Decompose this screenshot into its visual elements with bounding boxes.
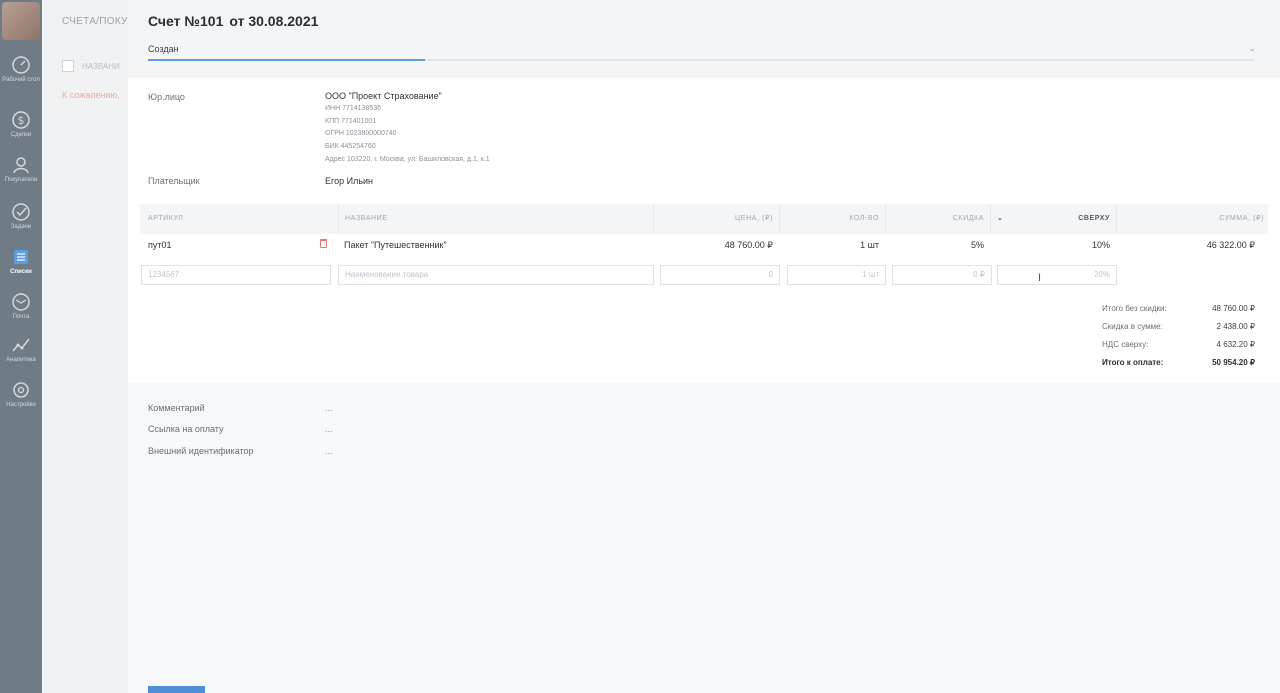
invoice-modal: Счет №101 от 30.08.2021 Создан ⌄ Юр.лицо … <box>128 0 1280 693</box>
legal-entity-inn: ИНН 7714138536 <box>325 105 382 112</box>
trash-icon[interactable] <box>320 239 327 248</box>
payer-value[interactable]: Егор Ильин <box>325 176 373 186</box>
new-markup-input[interactable]: 20% <box>997 265 1117 285</box>
comment-field[interactable]: ... <box>325 403 333 413</box>
th-name: НАЗВАНИЕ <box>338 204 388 234</box>
mail-icon <box>12 293 30 311</box>
dollar-icon: $ <box>12 111 30 129</box>
speedometer-icon <box>12 56 30 74</box>
status-select[interactable]: Создан <box>148 44 179 54</box>
nav-label: Покупатели <box>4 177 38 183</box>
discount-total-label: Скидка в сумме: <box>1102 322 1163 331</box>
nav-label: Почта <box>12 314 30 320</box>
th-sum: СУММА, (₽) <box>1116 204 1268 234</box>
empty-state-text: К сожалению, <box>62 90 120 100</box>
gear-icon <box>13 382 29 398</box>
th-price: ЦЕНА, (₽) <box>653 204 779 234</box>
external-id-label: Внешний идентификатор <box>148 446 254 456</box>
legal-entity-name[interactable]: ООО "Проект Страхование" <box>325 91 442 101</box>
nav-item-lists[interactable]: Списки <box>0 247 42 276</box>
breadcrumb[interactable]: СЧЕТА/ПОКУ <box>62 16 128 27</box>
row-sum: 46 322.00 ₽ <box>1206 240 1255 250</box>
new-name-input[interactable]: Наименование товара <box>338 265 654 285</box>
subtotal-value: 48 760.00 ₽ <box>1212 304 1255 313</box>
new-discount-input[interactable]: 0 ₽ <box>892 265 992 285</box>
th-markup: СВЕРХУ <box>1078 215 1110 222</box>
legal-entity-bik: БИК 445254760 <box>325 143 376 150</box>
items-table-header: АРТИКУЛ НАЗВАНИЕ ЦЕНА, (₽) КОЛ-ВО СКИДКА… <box>140 204 1268 234</box>
text-cursor-icon: I <box>1038 272 1042 284</box>
nav-label: Настройки <box>6 402 36 408</box>
nav-label: Рабочий стол <box>2 77 40 83</box>
th-article: АРТИКУЛ <box>148 215 184 222</box>
invoice-form: Юр.лицо ООО "Проект Страхование" ИНН 771… <box>128 78 1280 383</box>
payment-link-label: Ссылка на оплату <box>148 424 224 434</box>
new-price-input[interactable]: 0 <box>660 265 780 285</box>
external-id-field[interactable]: ... <box>325 446 333 456</box>
row-article[interactable]: пут01 <box>148 240 172 250</box>
save-button[interactable] <box>148 686 205 693</box>
row-name[interactable]: Пакет "Путешественник" <box>344 240 447 250</box>
legal-entity-address: Адрес 103220, г. Москва, ул. Башиловская… <box>325 156 490 163</box>
th-qty: КОЛ-ВО <box>779 204 885 234</box>
legal-entity-ogrn: ОГРН 1023800000740 <box>325 130 397 137</box>
nav-item-tasks[interactable]: Задачи <box>0 202 42 231</box>
nav-item-deals[interactable]: $ Сделки <box>0 110 42 139</box>
legal-entity-label: Юр.лицо <box>148 92 185 102</box>
checkmark-icon <box>12 203 30 221</box>
nav-item-settings[interactable]: Настройки <box>0 380 42 409</box>
nav-label: Сделки <box>10 132 32 138</box>
nav-item-mail[interactable]: Почта <box>0 292 42 321</box>
row-discount[interactable]: 5% <box>885 240 984 250</box>
nav-label: Задачи <box>10 224 32 230</box>
person-icon <box>13 157 29 174</box>
list-icon <box>14 250 28 264</box>
subtotal-label: Итого без скидки: <box>1102 304 1167 313</box>
nav-item-customers[interactable]: Покупатели <box>0 155 42 184</box>
total-label: Итого к оплате: <box>1102 358 1164 367</box>
chevron-down-icon: ⌄ <box>997 215 1004 222</box>
nav-label: Аналитика <box>6 357 36 363</box>
column-header-name: НАЗВАНИ <box>82 62 120 71</box>
th-discount: СКИДКА <box>885 204 990 234</box>
invoice-date: от 30.08.2021 <box>229 13 319 29</box>
row-price[interactable]: 48 760.00 ₽ <box>653 240 773 251</box>
payer-label: Плательщик <box>148 176 200 186</box>
modal-header: Счет №101 от 30.08.2021 Создан ⌄ <box>128 0 1280 78</box>
left-nav: Рабочий стол $ Сделки Покупатели Задачи … <box>0 0 42 693</box>
background-page: СЧЕТА/ПОКУ НАЗВАНИ К сожалению, <box>42 0 128 693</box>
row-qty[interactable]: 1 шт <box>779 240 879 250</box>
row-markup[interactable]: 10% <box>990 240 1110 250</box>
vat-label: НДС сверху: <box>1102 340 1149 349</box>
discount-total-value: 2 438.00 ₽ <box>1216 322 1255 331</box>
vat-value: 4 632.20 ₽ <box>1216 340 1255 349</box>
payment-link-field[interactable]: ... <box>325 424 333 434</box>
status-progress-fill <box>148 59 425 61</box>
nav-label: Списки <box>10 269 32 275</box>
new-article-input[interactable]: 1234567 <box>141 265 331 285</box>
page-title: Счет №101 от 30.08.2021 <box>148 13 318 29</box>
legal-entity-kpp: КПП 771401001 <box>325 118 377 125</box>
status-progress <box>148 59 1254 61</box>
avatar[interactable] <box>2 2 40 40</box>
total-value: 50 954.20 ₽ <box>1212 358 1255 367</box>
chevron-down-icon[interactable]: ⌄ <box>1248 43 1256 54</box>
nav-item-analytics[interactable]: Аналитика <box>0 335 42 364</box>
svg-text:$: $ <box>18 114 25 127</box>
discount-mode-toggle[interactable]: ⌄ СВЕРХУ <box>990 204 1116 234</box>
new-qty-input[interactable]: 1 шт <box>787 265 886 285</box>
nav-item-dashboard[interactable]: Рабочий стол <box>0 55 42 84</box>
chart-icon <box>12 338 30 352</box>
select-all-checkbox[interactable] <box>62 60 74 72</box>
comment-label: Комментарий <box>148 403 205 413</box>
invoice-number: Счет №101 <box>148 13 224 29</box>
